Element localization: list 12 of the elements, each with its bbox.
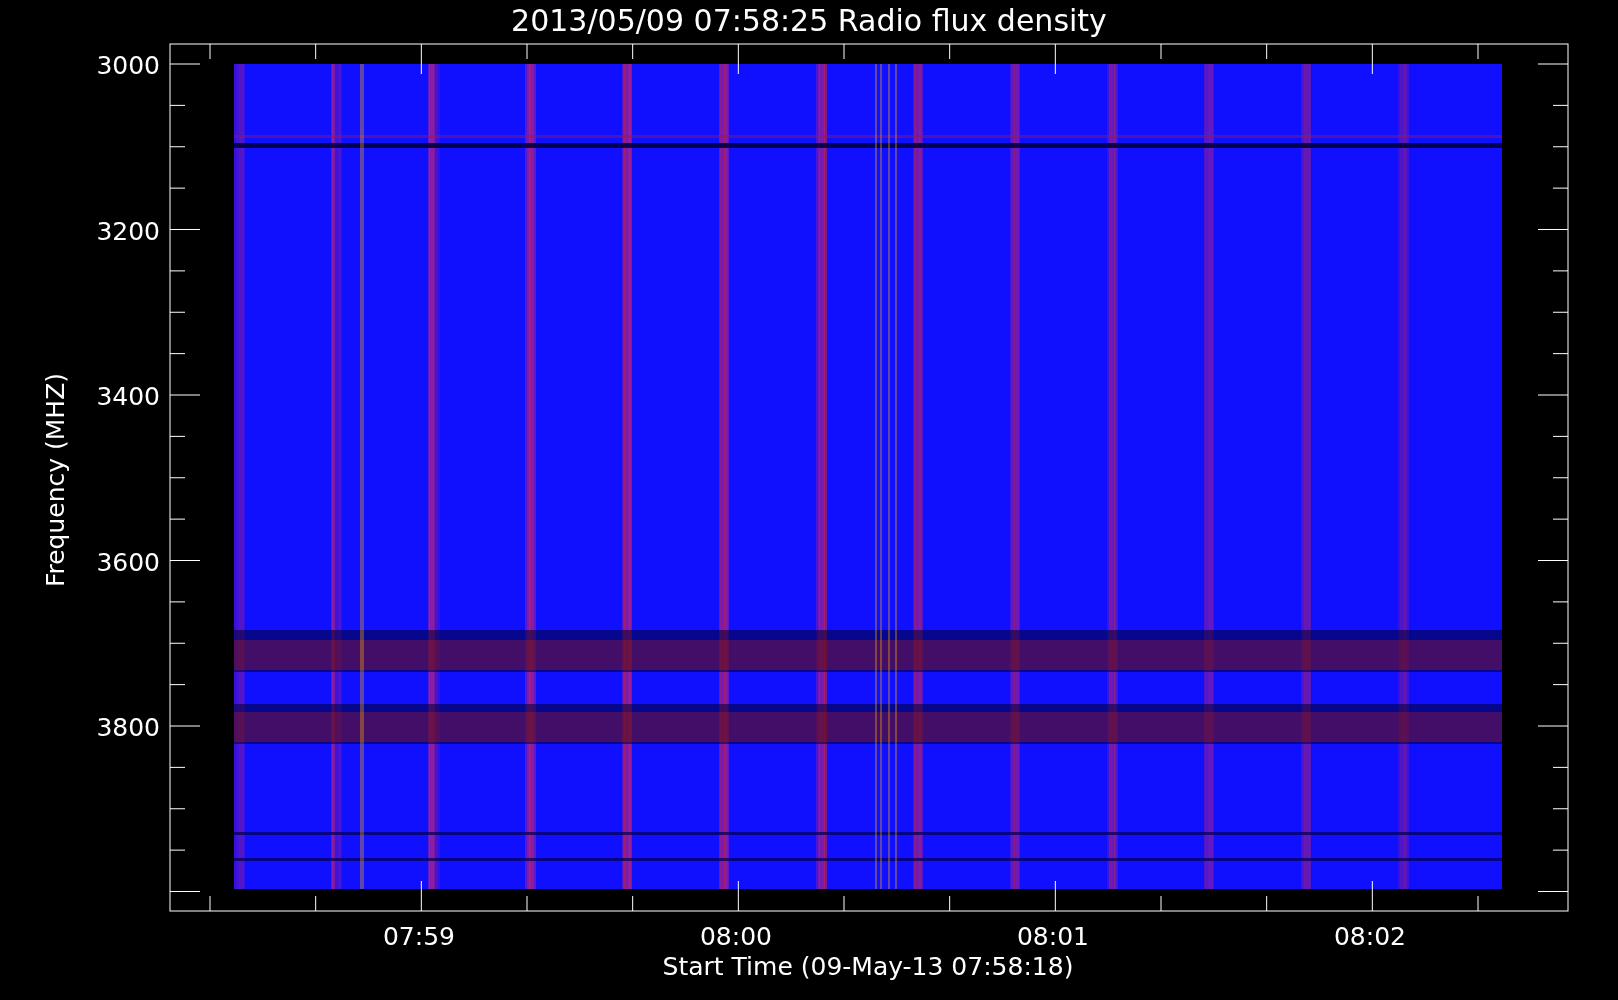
x-axis-label: Start Time (09-May-13 07:58:18): [662, 952, 1074, 981]
y-tick-label: 3800: [96, 713, 160, 742]
chart-title: 2013/05/09 07:58:25 Radio flux density: [511, 3, 1107, 38]
y-tick-label: 3400: [96, 382, 160, 411]
x-tick-label: 08:01: [1017, 922, 1089, 951]
y-axis-label: Frequency (MHZ): [41, 372, 70, 588]
x-tick-label: 08:00: [700, 922, 772, 951]
y-tick-label: 3000: [96, 51, 160, 80]
y-tick-label: 3200: [96, 216, 160, 246]
x-tick-label: 08:02: [1334, 922, 1406, 951]
x-tick-label: 07:59: [383, 922, 455, 951]
y-tick-label: 3600: [96, 547, 160, 577]
